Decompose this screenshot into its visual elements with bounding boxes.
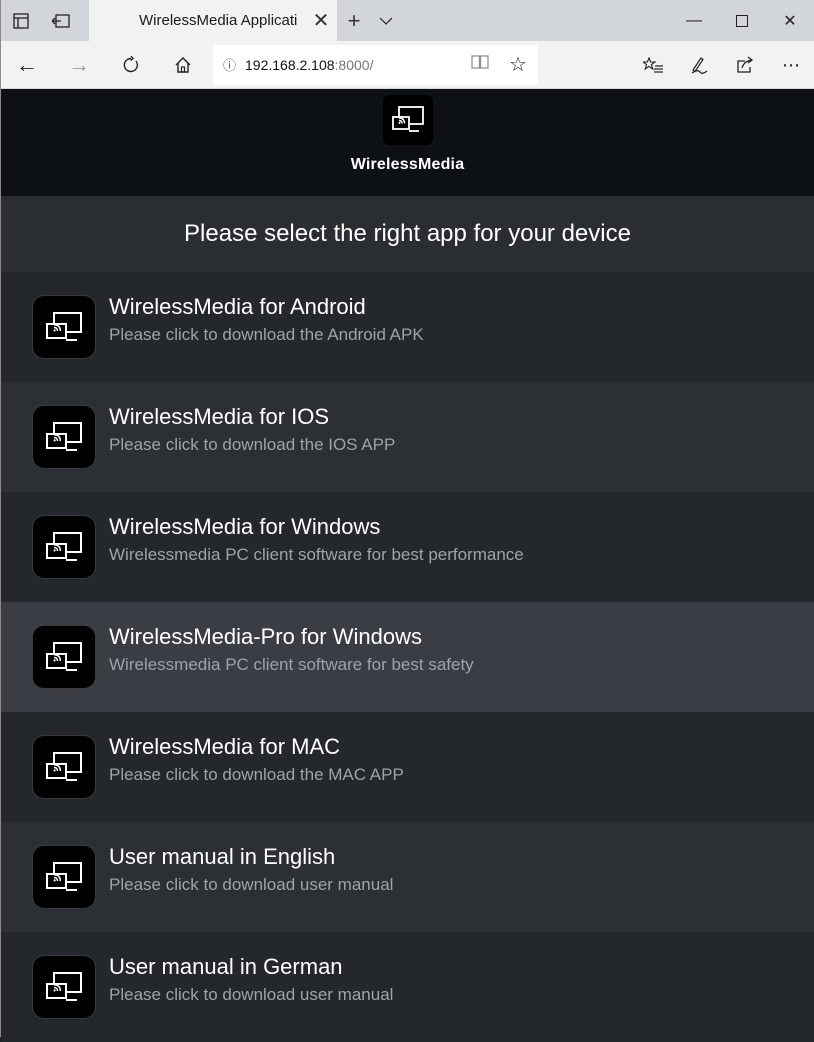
page-subtitle: Please select the right app for your dev… xyxy=(1,196,814,272)
list-item-description: Wirelessmedia PC client software for bes… xyxy=(109,655,474,674)
list-item-title: WirelessMedia for IOS xyxy=(109,404,330,429)
list-item-text: WirelessMedia for IOS Please click to dow… xyxy=(109,404,395,456)
list-item-title: WirelessMedia for Windows xyxy=(109,514,381,539)
list-item-description: Please click to download user manual xyxy=(109,875,394,894)
url-field[interactable]: ⓘ 192.168.2.108:8000/ ☆ xyxy=(213,44,538,85)
tab-active[interactable]: WirelessMedia Applicati ✕ xyxy=(89,0,337,41)
list-item[interactable]: User manual in English Please click to do… xyxy=(1,822,814,932)
brand-name: WirelessMedia xyxy=(350,156,465,173)
window-close-icon[interactable]: ✕ xyxy=(766,0,814,41)
list-item[interactable]: User manual in German Please click to dow… xyxy=(1,932,814,1042)
list-item-description: Please click to download user manual xyxy=(109,985,394,1004)
share-icon[interactable] xyxy=(722,41,768,89)
wirelessmedia-app-icon xyxy=(33,846,95,908)
home-icon[interactable] xyxy=(157,41,209,89)
chevron-down-icon[interactable] xyxy=(371,0,401,41)
minimize-icon[interactable]: — xyxy=(670,0,718,41)
list-item-text: WirelessMedia for Windows Wirelessmedia P… xyxy=(109,514,524,566)
list-item-title: WirelessMedia for Android xyxy=(109,294,366,319)
page-header: WirelessMedia xyxy=(1,89,814,196)
list-item-title: User manual in German xyxy=(109,954,343,979)
list-item-description: Wirelessmedia PC client software for bes… xyxy=(109,545,524,564)
list-item-title: WirelessMedia for MAC xyxy=(109,734,341,759)
refresh-icon[interactable] xyxy=(105,41,157,89)
list-item-title: WirelessMedia-Pro for Windows xyxy=(109,624,422,649)
list-item-text: User manual in English Please click to do… xyxy=(109,844,393,896)
app-list: WirelessMedia for Android Please click to… xyxy=(1,272,814,1042)
more-icon[interactable]: ⋯ xyxy=(768,41,814,89)
list-item-text: WirelessMedia for Android Please click to… xyxy=(109,294,424,346)
browser-window: WirelessMedia Applicati ✕ + — ✕ ← → ⓘ 19… xyxy=(0,0,814,1042)
favorites-list-icon[interactable] xyxy=(630,41,676,89)
reading-view-icon[interactable] xyxy=(462,55,498,74)
maximize-icon[interactable] xyxy=(718,0,766,41)
list-item-title: User manual in English xyxy=(109,844,336,869)
wirelessmedia-logo-icon xyxy=(382,95,433,145)
list-item[interactable]: WirelessMedia for Android Please click to… xyxy=(1,272,814,382)
url-host: 192.168.2.108 xyxy=(245,56,335,73)
list-item[interactable]: WirelessMedia-Pro for Windows Wirelessmed… xyxy=(1,602,814,712)
tab-preview-icon[interactable] xyxy=(1,0,41,41)
close-icon[interactable]: ✕ xyxy=(305,8,337,33)
address-bar: ← → ⓘ 192.168.2.108:8000/ ☆ ⋯ xyxy=(1,41,814,89)
wirelessmedia-app-icon xyxy=(33,736,95,798)
list-item-description: Please click to download the MAC APP xyxy=(109,765,404,784)
list-item-text: WirelessMedia for MAC Please click to dow… xyxy=(109,734,404,786)
list-item[interactable]: WirelessMedia for Windows Wirelessmedia P… xyxy=(1,492,814,602)
list-item-text: User manual in German Please click to dow… xyxy=(109,954,393,1006)
list-item-description: Please click to download the IOS APP xyxy=(109,435,396,454)
list-item[interactable]: WirelessMedia for MAC Please click to dow… xyxy=(1,712,814,822)
pen-icon[interactable] xyxy=(676,41,722,89)
list-item-text: WirelessMedia-Pro for Windows Wirelessmed… xyxy=(109,624,474,676)
forward-icon[interactable]: → xyxy=(53,41,105,89)
back-icon[interactable]: ← xyxy=(1,41,53,89)
info-icon[interactable]: ⓘ xyxy=(223,55,245,74)
wirelessmedia-app-icon xyxy=(33,626,95,688)
set-aside-icon[interactable] xyxy=(41,0,81,41)
wirelessmedia-app-icon xyxy=(33,516,95,578)
title-bar: WirelessMedia Applicati ✕ + — ✕ xyxy=(1,0,814,41)
favorite-star-icon[interactable]: ☆ xyxy=(498,52,538,77)
wirelessmedia-app-icon xyxy=(33,406,95,468)
new-tab-icon[interactable]: + xyxy=(337,0,371,41)
wirelessmedia-app-icon xyxy=(33,296,95,358)
tab-title: WirelessMedia Applicati xyxy=(139,12,298,29)
list-item-description: Please click to download the Android APK xyxy=(109,325,424,344)
wirelessmedia-app-icon xyxy=(33,956,95,1018)
url-port: :8000/ xyxy=(334,56,374,73)
list-item[interactable]: WirelessMedia for IOS Please click to dow… xyxy=(1,382,814,492)
